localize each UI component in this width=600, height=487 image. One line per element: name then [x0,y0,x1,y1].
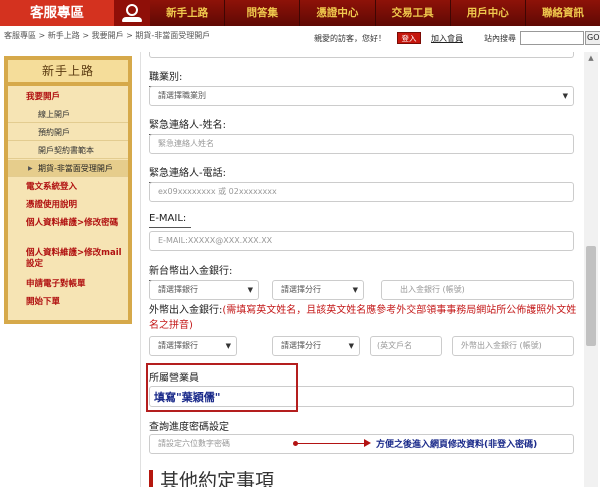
chevron-down-icon: ▼ [225,342,231,350]
sidebar-item-label: 期貨-非當面受理開戶 [38,164,113,173]
sidebar-item-change-mail[interactable]: 個人資料維護>修改mail設定 [8,248,128,270]
search-go-button[interactable]: GO [585,31,600,45]
sidebar-item-change-password[interactable]: 個人資料維護>修改密碼 [8,218,128,229]
sidebar-item-contract-sample[interactable]: 開戶契約書範本 [8,142,128,159]
occupation-select[interactable]: 請選擇職業別 ▼ [149,86,574,106]
triangle-right-icon: ▶ [28,165,33,172]
customer-service-icon [114,0,150,26]
previous-field-edge [149,52,574,58]
password-annotation: 方便之後進入網頁修改資料(非登入密碼) [376,440,538,450]
twd-account-input[interactable]: 出入金銀行 (帳號) [381,280,574,300]
salesperson-annotation: 填寫"葉穎儒" [154,391,221,404]
chevron-down-icon: ▼ [562,92,568,100]
sidebar-title: 新手上路 [8,60,128,82]
sidebar-item-open-account[interactable]: 我要開戶 [8,92,128,103]
twd-branch-select[interactable]: 請選擇分行 ▼ [272,280,364,300]
site-search-label: 站內搜尋 [484,34,516,43]
main-nav: 新手上路 問答集 憑證中心 交易工具 用戶中心 聯絡資訊 [150,0,600,26]
chevron-down-icon: ▼ [247,286,253,294]
sidebar-item-e-statement[interactable]: 申請電子對帳單 [8,279,128,290]
greeting-text: 親愛的訪客，您好！ [314,34,386,43]
annotation-arrow-line [296,443,368,444]
sidebar-item-futures-remote-open[interactable]: ▶ 期貨-非當面受理開戶 [8,160,128,177]
nav-user-center[interactable]: 用戶中心 [449,0,525,26]
email-label: E-MAIL: [149,213,191,228]
top-bar: 客服專區 新手上路 問答集 憑證中心 交易工具 用戶中心 聯絡資訊 [0,0,600,26]
scroll-up-icon[interactable]: ▲ [584,52,598,64]
sidebar-item-certificate-guide[interactable]: 憑證使用說明 [8,200,128,211]
login-button[interactable]: 登入 [397,32,421,44]
sidebar-item-telegram-login[interactable]: 電文系統登入 [8,182,128,193]
breadcrumb: 客服專區 > 新手上路 > 我要開戶 > 期貨-非當面受理開戶 [4,31,211,40]
foreign-bank-select[interactable]: 請選擇銀行 ▼ [149,336,237,356]
sidebar-item-online-open[interactable]: 線上開戶 [8,106,128,123]
chevron-down-icon: ▼ [348,342,354,350]
chevron-down-icon: ▼ [352,286,358,294]
scrollbar-thumb[interactable] [586,246,596,346]
content-divider [140,52,141,487]
site-search-input[interactable] [520,31,584,45]
contact-name-input[interactable]: 緊急連絡人姓名 [149,134,574,154]
password-label: 查詢進度密碼設定 [149,422,229,433]
nav-trading-tools[interactable]: 交易工具 [374,0,450,26]
twd-bank-label: 新台幣出入金銀行: [149,262,252,281]
nav-newbie[interactable]: 新手上路 [150,0,224,26]
sidebar-item-reserve-open[interactable]: 預約開戶 [8,124,128,141]
contact-name-label: 緊急連絡人-姓名: [149,116,257,135]
brand-title[interactable]: 客服專區 [0,0,114,26]
sidebar-item-start-order[interactable]: 開始下單 [8,297,128,308]
twd-bank-select[interactable]: 請選擇銀行 ▼ [149,280,259,300]
english-name-input[interactable]: (英文戶名 [370,336,442,356]
nav-contact[interactable]: 聯絡資訊 [524,0,600,26]
foreign-bank-label: 外幣出入金銀行:(需填寫英文姓名，且該英文姓名應參考外交部領事事務局網站所公佈護… [149,305,577,331]
section-marker [149,470,153,487]
other-terms-heading: 其他約定事項 [160,470,275,487]
join-member-link[interactable]: 加入會員 [431,33,463,44]
foreign-account-input[interactable]: 外幣出入金銀行 (帳號) [452,336,574,356]
contact-phone-label: 緊急連絡人-電話: [149,164,257,183]
arrow-right-icon [364,439,371,447]
email-input[interactable]: E-MAIL:XXXXX@XXX.XXX.XX [149,231,574,251]
nav-faq[interactable]: 問答集 [224,0,299,26]
occupation-label: 職業別: [149,68,196,87]
sidebar-menu: 我要開戶 線上開戶 預約開戶 開戶契約書範本 ▶ 期貨-非當面受理開戶 電文系統… [8,86,128,320]
sidebar: 新手上路 我要開戶 線上開戶 預約開戶 開戶契約書範本 ▶ 期貨-非當面受理開戶… [4,56,132,324]
nav-certificate[interactable]: 憑證中心 [299,0,374,26]
contact-phone-input[interactable]: ex09xxxxxxxx 或 02xxxxxxxx [149,182,574,202]
foreign-branch-select[interactable]: 請選擇分行 ▼ [272,336,360,356]
